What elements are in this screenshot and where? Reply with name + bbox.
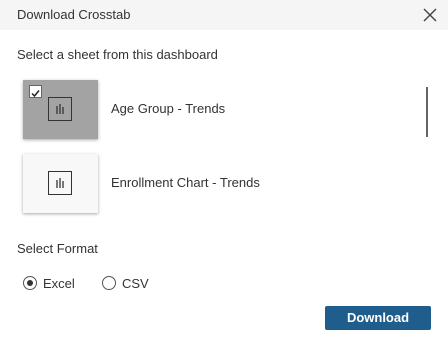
sheet-thumbnail[interactable] — [23, 80, 98, 139]
sheet-item-label: Enrollment Chart - Trends — [111, 175, 260, 190]
csv-radio[interactable] — [102, 276, 116, 290]
sheet-checkbox[interactable] — [29, 85, 42, 98]
excel-radio[interactable] — [23, 276, 37, 290]
bar-chart-icon — [48, 171, 72, 195]
format-option-label: CSV — [122, 276, 149, 291]
format-option-excel[interactable]: Excel — [23, 275, 83, 293]
sheet-list: Age Group - Trends Enrollment Chart - Tr… — [0, 76, 448, 221]
sheet-section-label: Select a sheet from this dashboard — [17, 47, 218, 62]
format-option-csv[interactable]: CSV — [102, 275, 162, 293]
dialog-title: Download Crosstab — [17, 7, 131, 22]
sheet-list-scrollbar[interactable] — [426, 87, 428, 137]
sheet-item-enrollment-chart-trends[interactable]: Enrollment Chart - Trends — [0, 150, 420, 214]
download-crosstab-dialog: Download Crosstab Select a sheet from th… — [0, 0, 448, 342]
sheet-item-label: Age Group - Trends — [111, 101, 226, 116]
format-section-label: Select Format — [17, 241, 98, 256]
radio-selected-dot — [27, 280, 33, 286]
dialog-header: Download Crosstab — [0, 0, 448, 30]
bar-chart-icon — [48, 97, 72, 121]
sheet-thumbnail[interactable] — [23, 154, 98, 213]
format-option-label: Excel — [43, 276, 75, 291]
download-button[interactable]: Download — [325, 306, 431, 330]
sheet-item-age-group-trends[interactable]: Age Group - Trends — [0, 76, 420, 140]
close-icon[interactable] — [420, 5, 440, 25]
